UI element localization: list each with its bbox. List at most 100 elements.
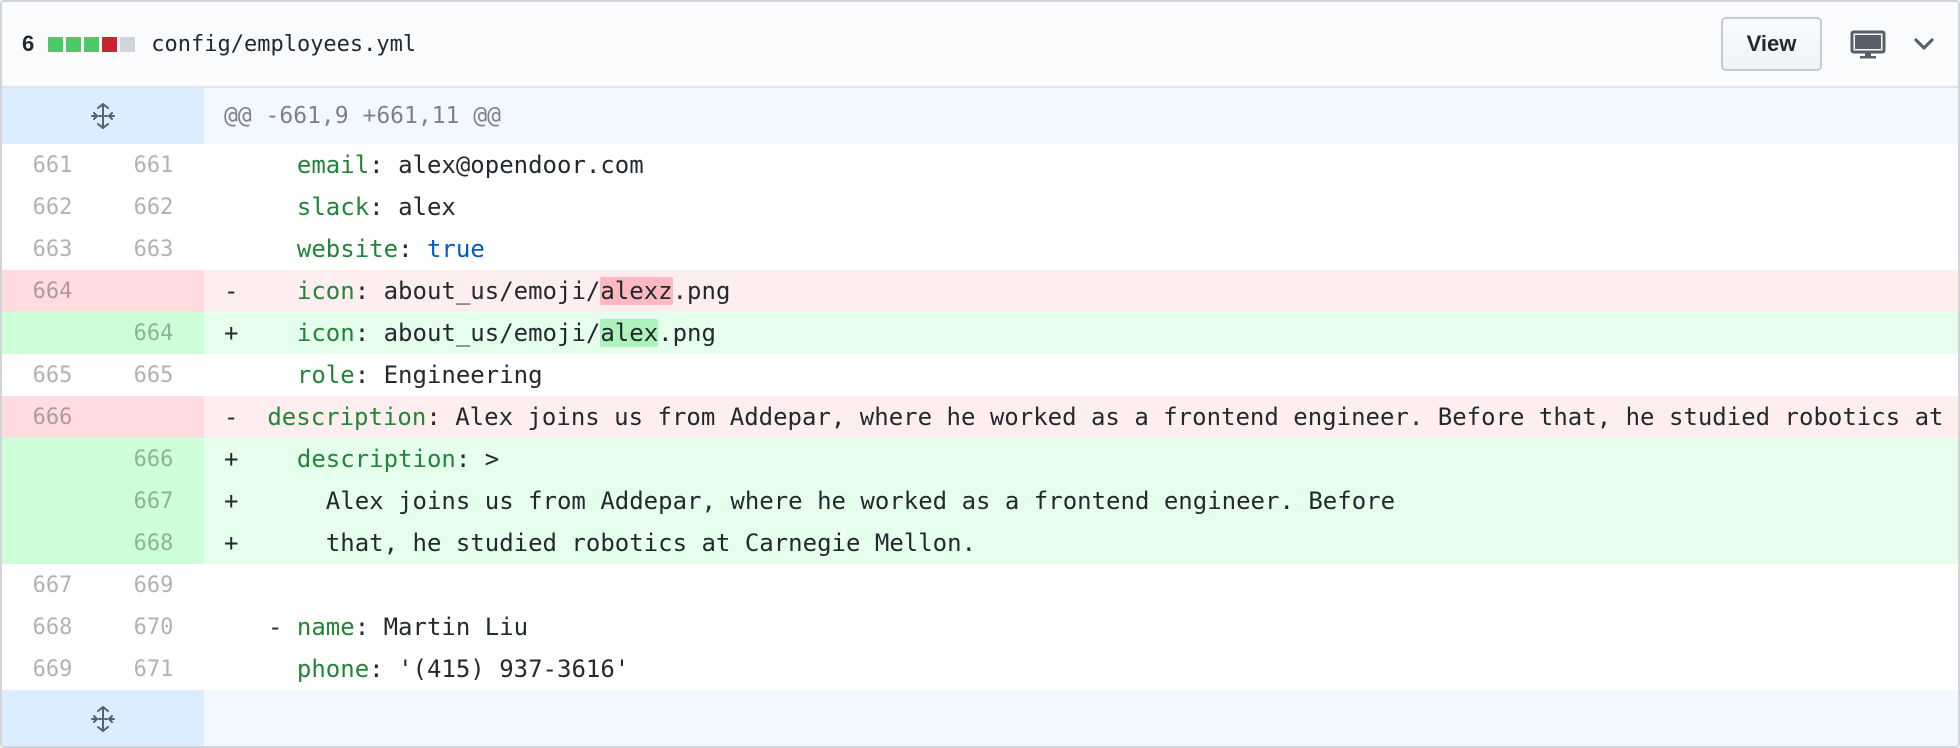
old-line-number[interactable]: 666 [2, 396, 103, 438]
expand-down-button[interactable] [2, 690, 204, 746]
yaml-key: phone [296, 655, 370, 683]
new-line-number[interactable]: 662 [103, 186, 204, 228]
diffstat-deleted-block [102, 36, 118, 52]
yaml-value: .png [672, 277, 731, 305]
diff-line-ctx: 668 670- name: Martin Liu [2, 606, 1958, 648]
diffstat-bar [48, 36, 136, 52]
yaml-value: Martin Liu [383, 613, 529, 641]
old-line-number[interactable]: 663 [2, 228, 103, 270]
file-header: 6 config/employees.yml View [2, 2, 1958, 88]
diff-marker: + [224, 529, 239, 557]
yaml-key: email [296, 151, 370, 179]
new-line-number[interactable]: 670 [103, 606, 204, 648]
new-line-number[interactable]: 668 [103, 522, 204, 564]
chevron-down-icon [1914, 38, 1934, 50]
code-line: phone: '(415) 937-3616' [204, 648, 1958, 690]
old-line-number[interactable] [2, 438, 103, 480]
yaml-separator: : [369, 193, 399, 221]
code-indent: - [268, 613, 297, 641]
diff-line-del: 664 - icon: about_us/emoji/alexz .png [2, 270, 1958, 312]
view-file-button[interactable]: View [1721, 17, 1822, 71]
code-line: - name: Martin Liu [204, 606, 1958, 648]
code-line: + Alex joins us from Addepar, where he w… [204, 480, 1958, 522]
file-path[interactable]: config/employees.yml [151, 32, 416, 57]
diff-line-ctx: 663 663 website: true [2, 228, 1958, 270]
old-line-number[interactable] [2, 312, 103, 354]
file-options-dropdown[interactable] [1910, 30, 1938, 58]
yaml-separator: : [398, 235, 427, 263]
yaml-value: about_us/emoji/ [383, 277, 601, 305]
diff-line-add: 666 + description: > [2, 438, 1958, 480]
yaml-key: description [267, 403, 427, 431]
yaml-value: alex [398, 193, 456, 221]
code-line: role: Engineering [204, 354, 1958, 396]
yaml-value: .png [658, 319, 716, 347]
new-line-number[interactable]: 669 [103, 564, 204, 606]
hunk-header-row: @@ -661,9 +661,11 @@ [2, 88, 1958, 144]
expand-up-button[interactable] [2, 88, 204, 144]
new-line-number[interactable] [103, 270, 204, 312]
old-line-number[interactable] [2, 522, 103, 564]
diff-table: @@ -661,9 +661,11 @@ 661 661 email: alex@… [2, 88, 1958, 746]
yaml-key: icon [296, 277, 355, 305]
new-line-number[interactable]: 671 [103, 648, 204, 690]
unfold-icon [91, 706, 115, 732]
diff-marker: - [224, 403, 239, 431]
yaml-value: true [426, 235, 485, 263]
diff-line-ctx: 669 671 phone: '(415) 937-3616' [2, 648, 1958, 690]
diffstat-added-block [48, 36, 64, 52]
diffstat-count: 6 [22, 31, 35, 56]
new-line-number[interactable] [103, 396, 204, 438]
yaml-separator: : [354, 319, 384, 347]
yaml-key: website [296, 235, 399, 263]
diff-line-add: 664 + icon: about_us/emoji/alex .png [2, 312, 1958, 354]
new-line-number[interactable]: 663 [103, 228, 204, 270]
yaml-value: Alex joins us from Addepar, where he wor… [455, 403, 1958, 431]
code-line: + description: > [204, 438, 1958, 480]
new-line-number[interactable]: 664 [103, 312, 204, 354]
diff-marker: + [224, 487, 239, 515]
new-line-number[interactable]: 666 [103, 438, 204, 480]
display-rich-diff-button[interactable] [1848, 24, 1910, 64]
code-line: email: alex@opendoor.com [204, 144, 1958, 186]
yaml-key: slack [296, 193, 370, 221]
new-line-number[interactable]: 667 [103, 480, 204, 522]
code-line: + icon: about_us/emoji/alex .png [204, 312, 1958, 354]
code-line: website: true [204, 228, 1958, 270]
diff-line-del: 666 - description: Alex joins us from Add… [2, 396, 1958, 438]
yaml-separator: : [354, 361, 384, 389]
old-line-number[interactable]: 665 [2, 354, 103, 396]
diff-line-ctx: 665 665 role: Engineering [2, 354, 1958, 396]
old-line-number[interactable]: 667 [2, 564, 103, 606]
expand-down-bar[interactable] [204, 690, 1958, 746]
new-line-number[interactable]: 665 [103, 354, 204, 396]
diff-line-add: 668 + that, he studied robotics at Carneg… [2, 522, 1958, 564]
added-word-highlight: alex [600, 319, 659, 347]
yaml-value: Alex joins us from Addepar, where he wor… [325, 487, 1396, 515]
old-line-number[interactable] [2, 480, 103, 522]
old-line-number[interactable]: 668 [2, 606, 103, 648]
old-line-number[interactable]: 661 [2, 144, 103, 186]
code-line: - icon: about_us/emoji/alexz .png [204, 270, 1958, 312]
yaml-value: Engineering [383, 361, 543, 389]
yaml-key: icon [296, 319, 355, 347]
code-line: - description: Alex joins us from Addepa… [204, 396, 1958, 438]
old-line-number[interactable]: 664 [2, 270, 103, 312]
old-line-number[interactable]: 669 [2, 648, 103, 690]
yaml-separator: : [369, 655, 399, 683]
diff-line-ctx: 667 669 [2, 564, 1958, 606]
yaml-separator: : [354, 613, 384, 641]
yaml-separator: : [455, 445, 485, 473]
expand-down-row [2, 690, 1958, 746]
yaml-key: role [296, 361, 355, 389]
new-line-number[interactable]: 661 [103, 144, 204, 186]
old-line-number[interactable]: 662 [2, 186, 103, 228]
yaml-value: '(415) 937-3616' [398, 655, 630, 683]
desktop-display-icon [1850, 30, 1886, 59]
code-line: + that, he studied robotics at Carnegie … [204, 522, 1958, 564]
